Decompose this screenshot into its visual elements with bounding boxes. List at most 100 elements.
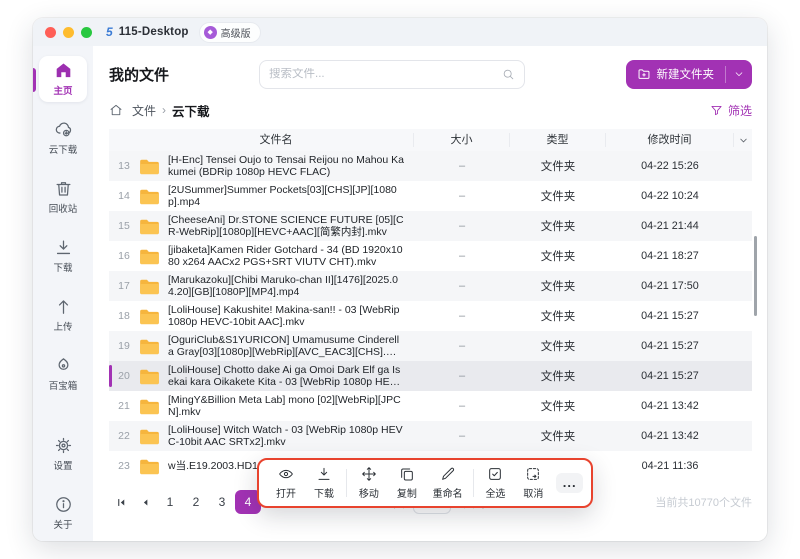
- page-number[interactable]: 3: [209, 490, 235, 514]
- file-name: [MingY&Billion Meta Lab] mono [02][WebRi…: [168, 393, 401, 419]
- sidebar-item-download[interactable]: 下载: [39, 233, 87, 279]
- move-icon: [362, 467, 376, 481]
- rename-icon: [441, 467, 454, 480]
- selection-toolbar: 打开 下载 移动 复制 重命名 全选 取消 ...: [257, 458, 593, 508]
- table-row[interactable]: 13 [H-Enc] Tensei Oujo to Tensai Reijou …: [109, 151, 752, 181]
- sidebar-item-treasure[interactable]: 百宝箱: [39, 351, 87, 397]
- copy-icon: [401, 468, 413, 481]
- file-time: 04-21 13:42: [641, 430, 699, 442]
- open-button[interactable]: 打开: [267, 466, 305, 500]
- col-type[interactable]: 类型: [510, 133, 606, 147]
- col-name[interactable]: 文件名: [139, 133, 414, 147]
- toolbar-divider: [472, 469, 474, 497]
- info-icon: [55, 497, 71, 512]
- premium-badge-label: 高级版: [220, 28, 251, 40]
- file-name: [Marukazoku][Chibi Maruko-chan II][1476]…: [168, 273, 398, 299]
- table-row[interactable]: 21 [MingY&Billion Meta Lab] mono [02][We…: [109, 391, 752, 421]
- titlebar: 5 115-Desktop ◆ 高级版: [33, 18, 767, 46]
- app-logo-icon: 5: [106, 25, 113, 39]
- prev-page-button[interactable]: [133, 490, 157, 514]
- sidebar-item-recycle-bin[interactable]: 回收站: [39, 174, 87, 220]
- deselect-icon: [527, 468, 540, 480]
- eye-icon: [279, 469, 293, 479]
- table-row[interactable]: 14 [2USummer]Summer Pockets[03][CHS][JP]…: [109, 181, 752, 211]
- table-row[interactable]: 22 [LoliHouse] Witch Watch - 03 [WebRip …: [109, 421, 752, 451]
- file-time: 04-21 11:36: [641, 460, 699, 472]
- file-count-status: 当前共10770个文件: [655, 497, 752, 509]
- file-type: 文件夹: [540, 401, 576, 413]
- row-index: 20: [118, 370, 130, 382]
- sidebar-item-settings[interactable]: 设置: [39, 431, 87, 477]
- breadcrumb: 文件 › 云下载 筛选: [109, 101, 752, 119]
- filter-button[interactable]: 筛选: [710, 102, 752, 119]
- table-row-selected[interactable]: 20 [LoliHouse] Chotto dake Ai ga Omoi Da…: [109, 361, 752, 391]
- file-time: 04-21 18:27: [641, 250, 699, 262]
- more-actions-button[interactable]: ...: [556, 473, 583, 493]
- sidebar-item-label: 主页: [53, 86, 73, 97]
- breadcrumb-home-icon[interactable]: [109, 103, 123, 117]
- page-number[interactable]: 2: [183, 490, 209, 514]
- app-window: 5 115-Desktop ◆ 高级版 主页 云下载 回收站 下载 上传 百宝箱…: [33, 18, 767, 541]
- file-name: [CheeseAni] Dr.STONE SCIENCE FUTURE [05]…: [168, 213, 404, 239]
- file-time: 04-21 15:27: [641, 340, 699, 352]
- table-row[interactable]: 17 [Marukazoku][Chibi Maruko-chan II][14…: [109, 271, 752, 301]
- file-time: 04-21 13:42: [641, 400, 699, 412]
- table-row[interactable]: 16 [jibaketa]Kamen Rider Gotchard - 34 (…: [109, 241, 752, 271]
- row-index: 16: [118, 250, 130, 262]
- file-size: –: [458, 400, 466, 412]
- new-folder-label: 新建文件夹: [656, 69, 715, 81]
- deselect-button[interactable]: 取消: [514, 466, 552, 500]
- download-icon: [56, 240, 70, 255]
- move-button[interactable]: 移动: [350, 466, 388, 500]
- row-index: 22: [118, 430, 130, 442]
- new-folder-button[interactable]: 新建文件夹: [625, 59, 752, 89]
- select-all-button[interactable]: 全选: [476, 466, 514, 500]
- download-button[interactable]: 下载: [305, 466, 343, 500]
- row-index: 13: [118, 160, 130, 172]
- file-type: 文件夹: [540, 161, 576, 173]
- page-number[interactable]: 1: [157, 490, 183, 514]
- breadcrumb-root[interactable]: 文件: [132, 102, 156, 119]
- new-folder-dropdown[interactable]: [726, 60, 752, 89]
- file-time: 04-21 15:27: [641, 310, 699, 322]
- minimize-window-button[interactable]: [63, 26, 74, 38]
- sidebar-item-upload[interactable]: 上传: [39, 292, 87, 338]
- file-time: 04-22 10:24: [641, 190, 699, 202]
- file-time: 04-22 15:26: [641, 160, 699, 172]
- zoom-window-button[interactable]: [81, 26, 92, 38]
- breadcrumb-current: 云下载: [172, 104, 210, 119]
- file-time: 04-21 17:50: [641, 280, 699, 292]
- table-row[interactable]: 19 [OguriClub&S1YURICON] Umamusume Cinde…: [109, 331, 752, 361]
- vertical-scrollbar[interactable]: [754, 236, 757, 316]
- gear-icon: [55, 437, 71, 454]
- file-size: –: [458, 340, 466, 352]
- file-name: [jibaketa]Kamen Rider Gotchard - 34 (BD …: [168, 243, 403, 269]
- app-title: 115-Desktop: [118, 26, 189, 38]
- search-input[interactable]: [269, 68, 503, 80]
- copy-button[interactable]: 复制: [388, 466, 426, 500]
- premium-badge[interactable]: ◆ 高级版: [198, 21, 261, 43]
- sidebar-item-cloud-download[interactable]: 云下载: [39, 115, 87, 161]
- file-name: [LoliHouse] Kakushite! Makina-san!! - 03…: [168, 303, 400, 329]
- folder-icon: [140, 189, 159, 204]
- search-icon[interactable]: [502, 68, 515, 81]
- table-row[interactable]: 18 [LoliHouse] Kakushite! Makina-san!! -…: [109, 301, 752, 331]
- column-options-button[interactable]: [734, 133, 752, 147]
- file-size: –: [458, 190, 466, 202]
- folder-icon: [140, 339, 159, 354]
- sidebar-item-label: 回收站: [48, 204, 78, 215]
- col-size[interactable]: 大小: [414, 133, 510, 147]
- row-index: 19: [118, 340, 130, 352]
- close-window-button[interactable]: [45, 26, 56, 38]
- file-type: 文件夹: [540, 341, 576, 353]
- sidebar-item-about[interactable]: 关于: [39, 490, 87, 536]
- sidebar-item-home[interactable]: 主页: [39, 56, 87, 102]
- download-icon: [318, 467, 330, 480]
- rename-button[interactable]: 重命名: [426, 466, 470, 500]
- file-time: 04-21 21:44: [641, 220, 699, 232]
- col-time[interactable]: 修改时间: [606, 133, 734, 147]
- sidebar-item-label: 百宝箱: [48, 381, 78, 392]
- first-page-button[interactable]: [109, 490, 133, 514]
- file-size: –: [458, 310, 466, 322]
- table-row[interactable]: 15 [CheeseAni] Dr.STONE SCIENCE FUTURE […: [109, 211, 752, 241]
